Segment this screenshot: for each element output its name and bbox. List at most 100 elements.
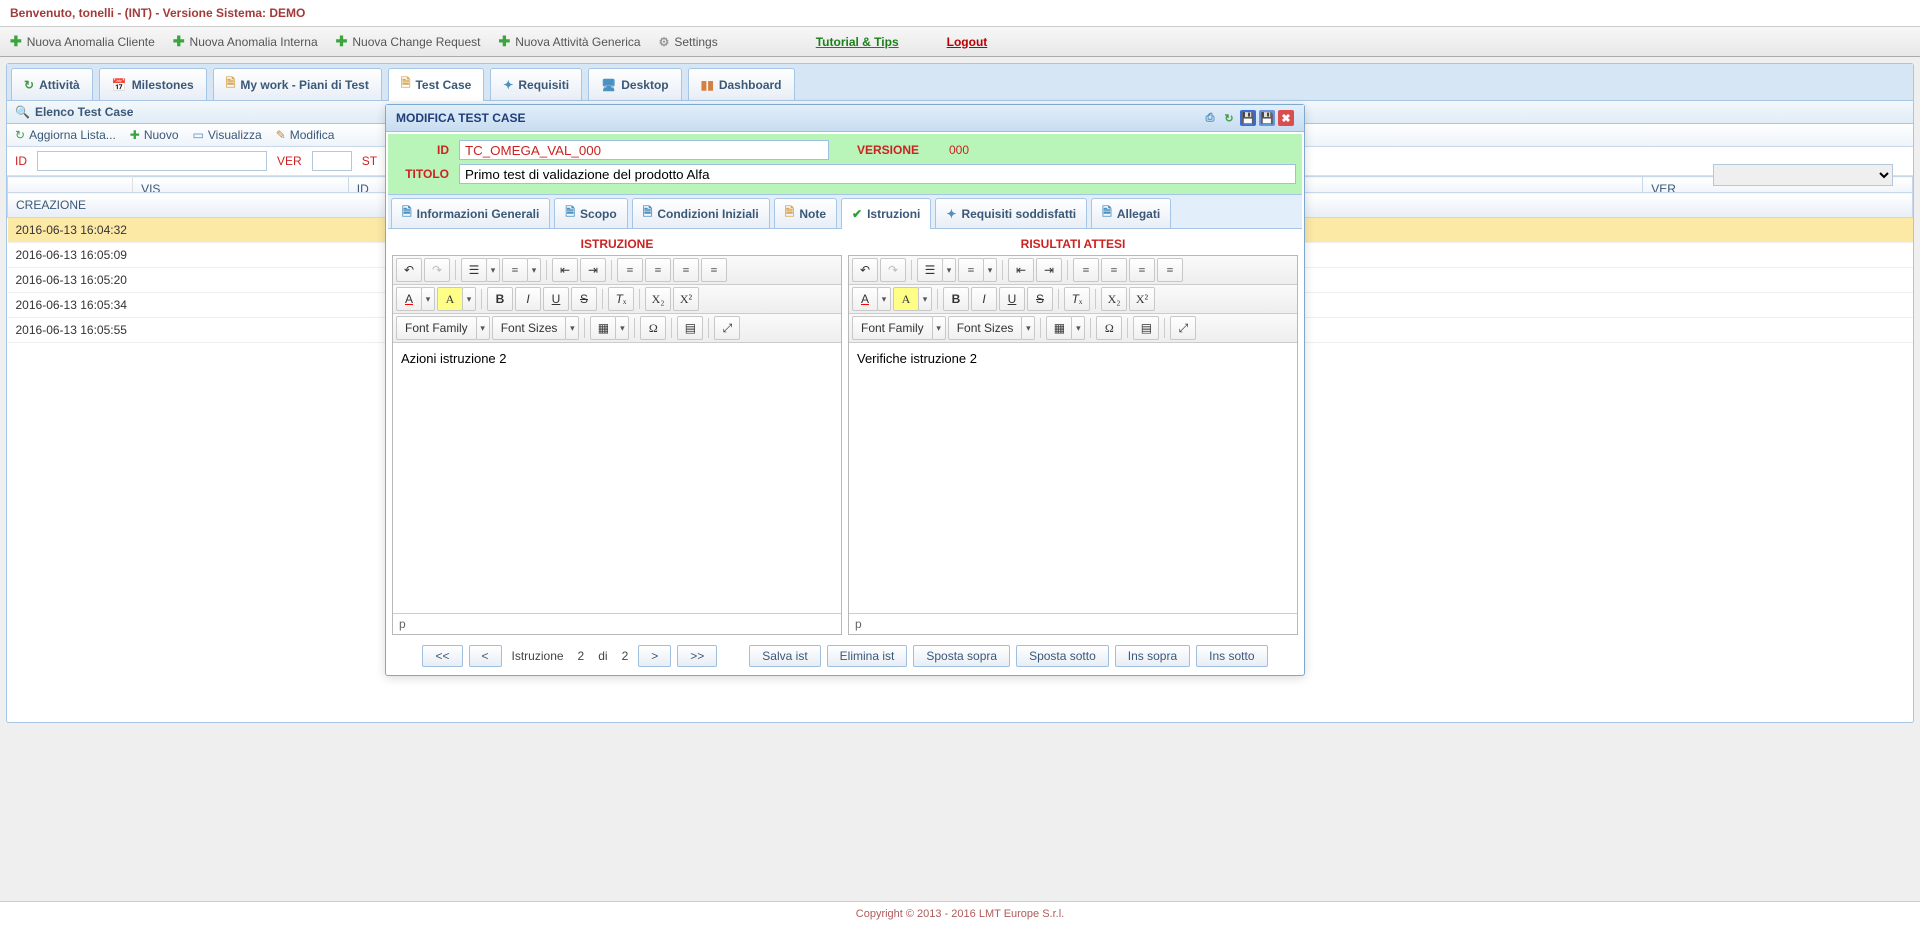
strike-icon[interactable]: S bbox=[1027, 287, 1053, 311]
subscript-icon[interactable]: X₂ bbox=[1101, 287, 1127, 311]
text-color-icon[interactable]: A bbox=[852, 287, 878, 311]
special-char-icon[interactable]: Ω bbox=[640, 316, 666, 340]
tab-desktop[interactable]: 🖥Desktop bbox=[588, 68, 682, 100]
rte-right-content[interactable]: Verifiche istruzione 2 bbox=[849, 343, 1297, 613]
outdent-icon[interactable]: ⇤ bbox=[1008, 258, 1034, 282]
view-button[interactable]: ▭Visualizza bbox=[193, 128, 262, 142]
mtab-note[interactable]: 🗎Note bbox=[774, 198, 837, 228]
far-dropdown[interactable] bbox=[1713, 164, 1893, 186]
mtab-istruzioni[interactable]: ✔Istruzioni bbox=[841, 198, 931, 229]
strike-icon[interactable]: S bbox=[571, 287, 597, 311]
fullscreen-icon[interactable]: ⤢ bbox=[1170, 316, 1196, 340]
titolo-field[interactable] bbox=[459, 164, 1296, 184]
align-justify-icon[interactable]: ≡ bbox=[701, 258, 727, 282]
insert-below-button[interactable]: Ins sotto bbox=[1196, 645, 1267, 667]
new-button[interactable]: ✚Nuovo bbox=[130, 128, 179, 142]
tab-dashboard[interactable]: ▮▮Dashboard bbox=[688, 68, 795, 100]
dropdown-icon[interactable]: ▾ bbox=[486, 258, 500, 282]
source-icon[interactable]: ▤ bbox=[677, 316, 703, 340]
align-center-icon[interactable]: ≡ bbox=[645, 258, 671, 282]
refresh-list-button[interactable]: ↻Aggiorna Lista... bbox=[15, 128, 116, 142]
font-family-select[interactable]: Font Family bbox=[396, 316, 477, 340]
logout-link[interactable]: Logout bbox=[947, 35, 988, 49]
table-icon[interactable]: ▦ bbox=[590, 316, 616, 340]
new-internal-anomaly-button[interactable]: ✚Nuova Anomalia Interna bbox=[173, 33, 318, 50]
tab-mywork[interactable]: 🗎My work - Piani di Test bbox=[213, 68, 382, 100]
close-icon[interactable]: ✖ bbox=[1278, 110, 1294, 126]
dropdown-icon[interactable]: ▾ bbox=[942, 258, 956, 282]
dropdown-icon[interactable]: ▾ bbox=[462, 287, 476, 311]
redo-icon[interactable]: ↷ bbox=[424, 258, 450, 282]
dropdown-icon[interactable]: ▾ bbox=[877, 287, 891, 311]
clear-format-icon[interactable]: Tₓ bbox=[608, 287, 634, 311]
new-change-request-button[interactable]: ✚Nuova Change Request bbox=[336, 33, 481, 50]
refresh-icon[interactable]: ↻ bbox=[1221, 110, 1237, 126]
superscript-icon[interactable]: X² bbox=[1129, 287, 1155, 311]
prev-button[interactable]: < bbox=[469, 645, 502, 667]
dropdown-icon[interactable]: ▾ bbox=[421, 287, 435, 311]
tab-activity[interactable]: ↻Attività bbox=[11, 68, 93, 100]
numbering-icon[interactable]: ≡ bbox=[502, 258, 528, 282]
align-left-icon[interactable]: ≡ bbox=[617, 258, 643, 282]
id-filter-input[interactable] bbox=[37, 151, 267, 171]
source-icon[interactable]: ▤ bbox=[1133, 316, 1159, 340]
tutorial-link[interactable]: Tutorial & Tips bbox=[816, 35, 899, 49]
align-left-icon[interactable]: ≡ bbox=[1073, 258, 1099, 282]
move-up-button[interactable]: Sposta sopra bbox=[913, 645, 1010, 667]
save-close-icon[interactable]: 💾 bbox=[1259, 110, 1275, 126]
delete-inst-button[interactable]: Elimina ist bbox=[827, 645, 908, 667]
align-justify-icon[interactable]: ≡ bbox=[1157, 258, 1183, 282]
ver-filter-input[interactable] bbox=[312, 151, 352, 171]
dropdown-icon[interactable]: ▾ bbox=[476, 316, 490, 340]
dropdown-icon[interactable]: ▾ bbox=[565, 316, 579, 340]
new-client-anomaly-button[interactable]: ✚Nuova Anomalia Cliente bbox=[10, 33, 155, 50]
align-center-icon[interactable]: ≡ bbox=[1101, 258, 1127, 282]
tab-testcase[interactable]: 🗎Test Case bbox=[388, 68, 484, 101]
font-size-select[interactable]: Font Sizes bbox=[492, 316, 567, 340]
tab-requisiti[interactable]: ✦Requisiti bbox=[490, 68, 582, 100]
special-char-icon[interactable]: Ω bbox=[1096, 316, 1122, 340]
undo-icon[interactable]: ↶ bbox=[396, 258, 422, 282]
outdent-icon[interactable]: ⇤ bbox=[552, 258, 578, 282]
edit-button[interactable]: ✎Modifica bbox=[276, 128, 335, 142]
save-icon[interactable]: 💾 bbox=[1240, 110, 1256, 126]
mtab-info[interactable]: 🗎Informazioni Generali bbox=[391, 198, 550, 228]
underline-icon[interactable]: U bbox=[543, 287, 569, 311]
dropdown-icon[interactable]: ▾ bbox=[615, 316, 629, 340]
mtab-condizioni[interactable]: 🗎Condizioni Iniziali bbox=[632, 198, 770, 228]
dropdown-icon[interactable]: ▾ bbox=[1071, 316, 1085, 340]
new-generic-activity-button[interactable]: ✚Nuova Attività Generica bbox=[498, 33, 640, 50]
dropdown-icon[interactable]: ▾ bbox=[527, 258, 541, 282]
settings-button[interactable]: ⚙Settings bbox=[659, 35, 718, 49]
highlight-icon[interactable]: A bbox=[437, 287, 463, 311]
tab-milestones[interactable]: 📅Milestones bbox=[99, 68, 207, 100]
italic-icon[interactable]: I bbox=[515, 287, 541, 311]
clear-format-icon[interactable]: Tₓ bbox=[1064, 287, 1090, 311]
bullets-icon[interactable]: ☰ bbox=[461, 258, 487, 282]
table-icon[interactable]: ▦ bbox=[1046, 316, 1072, 340]
numbering-icon[interactable]: ≡ bbox=[958, 258, 984, 282]
next-button[interactable]: > bbox=[638, 645, 671, 667]
undo-icon[interactable]: ↶ bbox=[852, 258, 878, 282]
superscript-icon[interactable]: X² bbox=[673, 287, 699, 311]
mtab-allegati[interactable]: 🗎Allegati bbox=[1091, 198, 1171, 228]
fullscreen-icon[interactable]: ⤢ bbox=[714, 316, 740, 340]
redo-icon[interactable]: ↷ bbox=[880, 258, 906, 282]
font-family-select[interactable]: Font Family bbox=[852, 316, 933, 340]
rte-left-content[interactable]: Azioni istruzione 2 bbox=[393, 343, 841, 613]
save-inst-button[interactable]: Salva ist bbox=[749, 645, 820, 667]
print-icon[interactable]: ⎙ bbox=[1202, 110, 1218, 126]
italic-icon[interactable]: I bbox=[971, 287, 997, 311]
font-size-select[interactable]: Font Sizes bbox=[948, 316, 1023, 340]
align-right-icon[interactable]: ≡ bbox=[673, 258, 699, 282]
dropdown-icon[interactable]: ▾ bbox=[983, 258, 997, 282]
dropdown-icon[interactable]: ▾ bbox=[1021, 316, 1035, 340]
move-down-button[interactable]: Sposta sotto bbox=[1016, 645, 1109, 667]
align-right-icon[interactable]: ≡ bbox=[1129, 258, 1155, 282]
mtab-requisiti[interactable]: ✦Requisiti soddisfatti bbox=[935, 198, 1087, 228]
subscript-icon[interactable]: X₂ bbox=[645, 287, 671, 311]
mtab-scopo[interactable]: 🗎Scopo bbox=[554, 198, 627, 228]
text-color-icon[interactable]: A bbox=[396, 287, 422, 311]
bold-icon[interactable]: B bbox=[487, 287, 513, 311]
insert-above-button[interactable]: Ins sopra bbox=[1115, 645, 1190, 667]
